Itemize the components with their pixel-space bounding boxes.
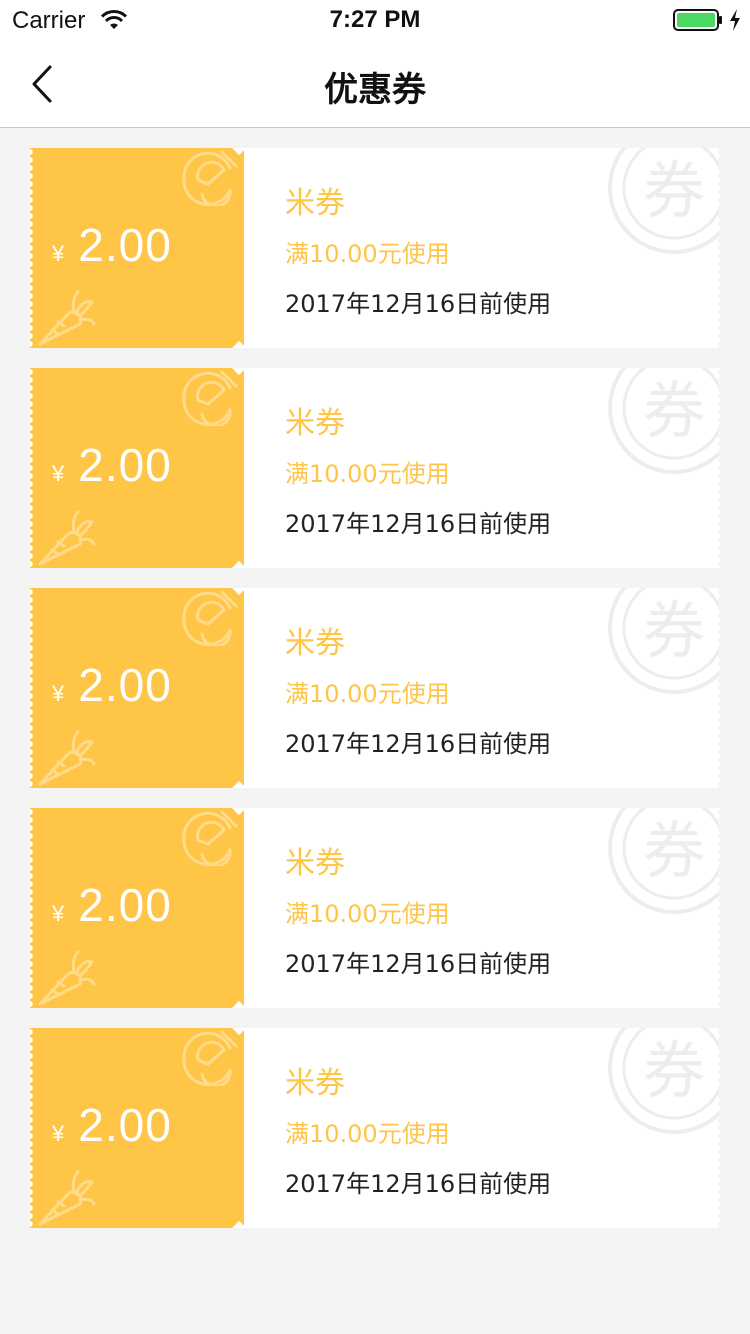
carrot-icon: [38, 1170, 96, 1226]
corner-notch: [231, 1220, 244, 1228]
coupon-amount: 2.00: [78, 1099, 172, 1151]
coupon-card[interactable]: ¥ 2.00 券 米券 满10.00元使用 2017年12月16日前使用: [30, 808, 720, 1008]
coupon-condition: 满10.00元使用: [285, 680, 450, 708]
currency-symbol: ¥: [52, 681, 65, 706]
carrot-icon: [38, 290, 96, 346]
coupon-amount: 2.00: [78, 659, 172, 711]
coupon-stamp-icon: 券: [608, 808, 720, 914]
svg-text:券: 券: [643, 594, 705, 667]
coupon-price: ¥ 2.00: [52, 878, 172, 932]
currency-symbol: ¥: [52, 1121, 65, 1146]
coupon-value-panel: ¥ 2.00: [30, 1028, 244, 1228]
svg-text:券: 券: [643, 1034, 705, 1107]
coupon-info-panel: 券 米券 满10.00元使用 2017年12月16日前使用: [244, 588, 720, 788]
corner-notch: [231, 780, 244, 788]
coupon-condition: 满10.00元使用: [285, 1120, 450, 1148]
page-title: 优惠券: [324, 70, 426, 110]
currency-symbol: ¥: [52, 241, 65, 266]
carrot-icon: [38, 510, 96, 566]
coupon-expiry: 2017年12月16日前使用: [285, 510, 552, 538]
lemon-icon: [182, 810, 238, 866]
lemon-icon: [182, 150, 238, 206]
coupon-info-panel: 券 米券 满10.00元使用 2017年12月16日前使用: [244, 368, 720, 568]
coupon-expiry: 2017年12月16日前使用: [285, 1170, 552, 1198]
coupon-stamp-icon: 券: [608, 1028, 720, 1134]
coupon-name: 米券: [285, 626, 345, 661]
navigation-bar: 优惠券: [0, 40, 750, 128]
coupon-condition: 满10.00元使用: [285, 240, 450, 268]
coupon-condition: 满10.00元使用: [285, 460, 450, 488]
coupon-name: 米券: [285, 1066, 345, 1101]
carrot-icon: [38, 730, 96, 786]
coupon-card[interactable]: ¥ 2.00 券 米券 满10.00元使用 2017年12月16日前使用: [30, 588, 720, 788]
coupon-expiry: 2017年12月16日前使用: [285, 950, 552, 978]
coupon-value-panel: ¥ 2.00: [30, 588, 244, 788]
clock: 7:27 PM: [329, 6, 421, 33]
coupon-price: ¥ 2.00: [52, 438, 172, 492]
coupon-expiry: 2017年12月16日前使用: [285, 730, 552, 758]
corner-notch: [231, 560, 244, 568]
lemon-icon: [182, 370, 238, 426]
currency-symbol: ¥: [52, 901, 65, 926]
coupon-price: ¥ 2.00: [52, 658, 172, 712]
coupon-stamp-icon: 券: [608, 148, 720, 254]
svg-text:券: 券: [643, 374, 705, 447]
coupon-stamp-icon: 券: [608, 588, 720, 694]
coupon-list: ¥ 2.00 券 米券 满10.00元使用 2017年12月16日前使用 ¥ 2…: [30, 148, 720, 1248]
status-bar: Carrier 7:27 PM: [0, 0, 750, 40]
svg-text:券: 券: [643, 814, 705, 887]
lemon-icon: [182, 590, 238, 646]
coupon-card[interactable]: ¥ 2.00 券 米券 满10.00元使用 2017年12月16日前使用: [30, 148, 720, 348]
coupon-name: 米券: [285, 406, 345, 441]
battery-icon: [673, 9, 722, 31]
coupon-condition: 满10.00元使用: [285, 900, 450, 928]
coupon-amount: 2.00: [78, 219, 172, 271]
coupon-card[interactable]: ¥ 2.00 券 米券 满10.00元使用 2017年12月16日前使用: [30, 368, 720, 568]
coupon-info-panel: 券 米券 满10.00元使用 2017年12月16日前使用: [244, 1028, 720, 1228]
svg-text:券: 券: [643, 154, 705, 227]
coupon-value-panel: ¥ 2.00: [30, 808, 244, 1008]
coupon-value-panel: ¥ 2.00: [30, 368, 244, 568]
coupon-name: 米券: [285, 186, 345, 221]
coupon-amount: 2.00: [78, 439, 172, 491]
coupon-info-panel: 券 米券 满10.00元使用 2017年12月16日前使用: [244, 148, 720, 348]
coupon-value-panel: ¥ 2.00: [30, 148, 244, 348]
coupon-stamp-icon: 券: [608, 368, 720, 474]
coupon-amount: 2.00: [78, 879, 172, 931]
currency-symbol: ¥: [52, 461, 65, 486]
corner-notch: [231, 1000, 244, 1008]
carrot-icon: [38, 950, 96, 1006]
corner-notch: [231, 340, 244, 348]
lemon-icon: [182, 1030, 238, 1086]
coupon-price: ¥ 2.00: [52, 218, 172, 272]
charging-bolt-icon: [730, 9, 740, 31]
coupon-expiry: 2017年12月16日前使用: [285, 290, 552, 318]
coupon-name: 米券: [285, 846, 345, 881]
coupon-card[interactable]: ¥ 2.00 券 米券 满10.00元使用 2017年12月16日前使用: [30, 1028, 720, 1228]
coupon-info-panel: 券 米券 满10.00元使用 2017年12月16日前使用: [244, 808, 720, 1008]
coupon-price: ¥ 2.00: [52, 1098, 172, 1152]
